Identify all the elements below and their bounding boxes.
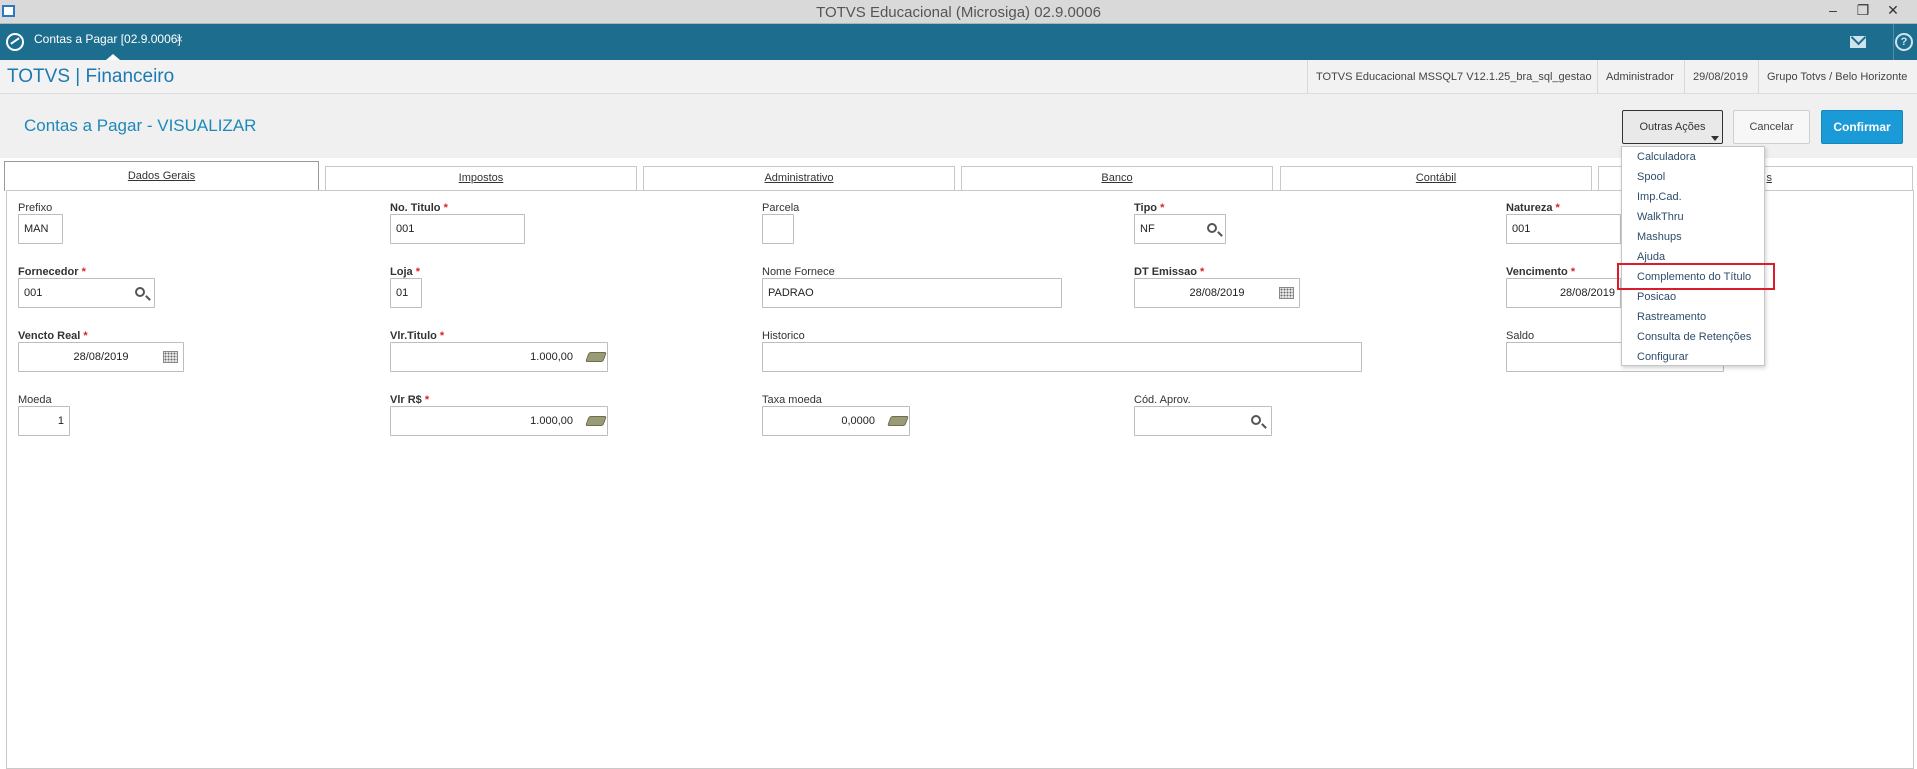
parcela-field[interactable] bbox=[762, 214, 794, 244]
vlr-rs-label: Vlr R$ * bbox=[390, 394, 430, 406]
tipo-field[interactable]: NF bbox=[1134, 214, 1226, 244]
brand-title: TOTVS | Financeiro bbox=[7, 66, 175, 87]
cod-aprov-label: Cód. Aprov. bbox=[1134, 394, 1191, 406]
tab-dados-gerais[interactable]: Dados Gerais bbox=[4, 161, 319, 191]
page-title: Contas a Pagar - VISUALIZAR bbox=[24, 116, 257, 135]
fornecedor-value: 001 bbox=[24, 287, 43, 299]
historico-field[interactable] bbox=[762, 342, 1362, 372]
search-icon[interactable] bbox=[1251, 415, 1261, 425]
tabstrip-divider bbox=[1893, 24, 1894, 60]
prefixo-label: Prefixo bbox=[18, 202, 53, 214]
outras-acoes-label: Outras Ações bbox=[1639, 121, 1706, 133]
cod-aprov-field[interactable] bbox=[1134, 406, 1272, 436]
environment-info: TOTVS Educacional MSSQL7 V12.1.25_bra_sq… bbox=[1307, 60, 1600, 94]
fornecedor-field[interactable]: 001 bbox=[18, 278, 155, 308]
no-titulo-field[interactable]: 001 bbox=[390, 214, 525, 244]
app-header: TOTVS | Financeiro TOTVS Educacional MSS… bbox=[0, 60, 1917, 94]
fornecedor-label: Fornecedor * bbox=[18, 266, 86, 278]
menu-item-rastreamento[interactable]: Rastreamento bbox=[1637, 311, 1706, 323]
menu-item-consulta-de-retencoes[interactable]: Consulta de Retenções bbox=[1637, 331, 1751, 343]
mail-icon[interactable] bbox=[1850, 36, 1866, 48]
restore-icon[interactable]: ❐ bbox=[1848, 1, 1878, 21]
vlr-rs-field[interactable]: 1.000,00 bbox=[390, 406, 608, 436]
tipo-value: NF bbox=[1140, 223, 1155, 235]
moeda-field[interactable]: 1 bbox=[18, 406, 70, 436]
parcela-label: Parcela bbox=[762, 202, 800, 214]
nome-fornece-field[interactable]: PADRAO bbox=[762, 278, 1062, 308]
vencimento-label: Vencimento * bbox=[1506, 266, 1576, 278]
vencto-real-field[interactable]: 28/08/2019 bbox=[18, 342, 184, 372]
menu-item-posicao[interactable]: Posicao bbox=[1637, 291, 1676, 303]
tab-contabil[interactable]: Contábil bbox=[1280, 166, 1592, 191]
search-icon[interactable] bbox=[135, 287, 145, 297]
no-titulo-label: No. Titulo * bbox=[390, 202, 448, 214]
taxa-moeda-field[interactable]: 0,0000 bbox=[762, 406, 910, 436]
money-icon[interactable] bbox=[585, 352, 607, 362]
menu-item-imp-cad[interactable]: Imp.Cad. bbox=[1637, 191, 1682, 203]
outras-acoes-button[interactable]: Outras Ações bbox=[1622, 110, 1723, 144]
natureza-label: Natureza * bbox=[1506, 202, 1560, 214]
home-icon[interactable] bbox=[6, 33, 24, 51]
vencto-real-label: Vencto Real * bbox=[18, 330, 88, 342]
minimize-icon[interactable]: – bbox=[1818, 1, 1848, 21]
menu-item-calculadora[interactable]: Calculadora bbox=[1637, 151, 1696, 163]
user-info[interactable]: Administrador bbox=[1597, 60, 1682, 94]
natureza-field[interactable]: 001 bbox=[1506, 214, 1621, 244]
prefixo-field[interactable]: MAN bbox=[18, 214, 63, 244]
menu-item-spool[interactable]: Spool bbox=[1637, 171, 1665, 183]
cancel-button[interactable]: Cancelar bbox=[1733, 110, 1810, 144]
money-icon[interactable] bbox=[887, 416, 909, 426]
vlr-titulo-field[interactable]: 1.000,00 bbox=[390, 342, 608, 372]
taxa-moeda-label: Taxa moeda bbox=[762, 394, 822, 406]
vlr-titulo-label: Vlr.Titulo * bbox=[390, 330, 445, 342]
menu-item-highlight bbox=[1617, 263, 1775, 290]
vlr-rs-value: 1.000,00 bbox=[530, 415, 573, 427]
menu-item-ajuda[interactable]: Ajuda bbox=[1637, 251, 1665, 263]
tab-close-icon[interactable]: × bbox=[176, 32, 183, 46]
dt-emissao-value: 28/08/2019 bbox=[1189, 287, 1245, 299]
window-title-bar: TOTVS Educacional (Microsiga) 02.9.0006 … bbox=[0, 0, 1917, 24]
company-info[interactable]: Grupo Totvs / Belo Horizonte bbox=[1758, 60, 1915, 94]
tab-contas-a-pagar[interactable]: Contas a Pagar [02.9.0006] bbox=[34, 32, 181, 46]
tab-banco[interactable]: Banco bbox=[961, 166, 1273, 191]
menu-item-mashups[interactable]: Mashups bbox=[1637, 231, 1682, 243]
window-title: TOTVS Educacional (Microsiga) 02.9.0006 bbox=[816, 4, 1101, 21]
nome-fornece-label: Nome Fornece bbox=[762, 266, 835, 278]
chevron-down-icon bbox=[1711, 136, 1719, 141]
outras-acoes-menu: Calculadora Spool Imp.Cad. WalkThru Mash… bbox=[1621, 146, 1765, 366]
menu-item-configurar[interactable]: Configurar bbox=[1637, 351, 1688, 363]
help-icon[interactable]: ? bbox=[1895, 33, 1913, 51]
menu-item-walkthru[interactable]: WalkThru bbox=[1637, 211, 1684, 223]
loja-label: Loja * bbox=[390, 266, 420, 278]
loja-field[interactable]: 01 bbox=[390, 278, 422, 308]
calendar-icon[interactable] bbox=[163, 351, 178, 363]
historico-label: Historico bbox=[762, 330, 805, 342]
calendar-icon[interactable] bbox=[1279, 287, 1294, 299]
confirm-button[interactable]: Confirmar bbox=[1821, 110, 1903, 144]
tab-administrativo[interactable]: Administrativo bbox=[643, 166, 955, 191]
taxa-moeda-value: 0,0000 bbox=[841, 415, 875, 427]
vlr-titulo-value: 1.000,00 bbox=[530, 351, 573, 363]
search-icon[interactable] bbox=[1207, 223, 1217, 233]
saldo-label: Saldo bbox=[1506, 330, 1535, 342]
dt-emissao-label: DT Emissao * bbox=[1134, 266, 1205, 278]
dt-emissao-field[interactable]: 28/08/2019 bbox=[1134, 278, 1300, 308]
tab-strip: Contas a Pagar [02.9.0006] × ? bbox=[0, 24, 1917, 60]
money-icon[interactable] bbox=[585, 416, 607, 426]
moeda-label: Moeda bbox=[18, 394, 52, 406]
tab-impostos[interactable]: Impostos bbox=[325, 166, 637, 191]
vencto-real-value: 28/08/2019 bbox=[73, 351, 129, 363]
close-icon[interactable]: ✕ bbox=[1878, 1, 1908, 21]
vencimento-field[interactable]: 28/08/2019 bbox=[1506, 278, 1621, 308]
tipo-label: Tipo * bbox=[1134, 202, 1165, 214]
date-info: 29/08/2019 bbox=[1684, 60, 1756, 94]
